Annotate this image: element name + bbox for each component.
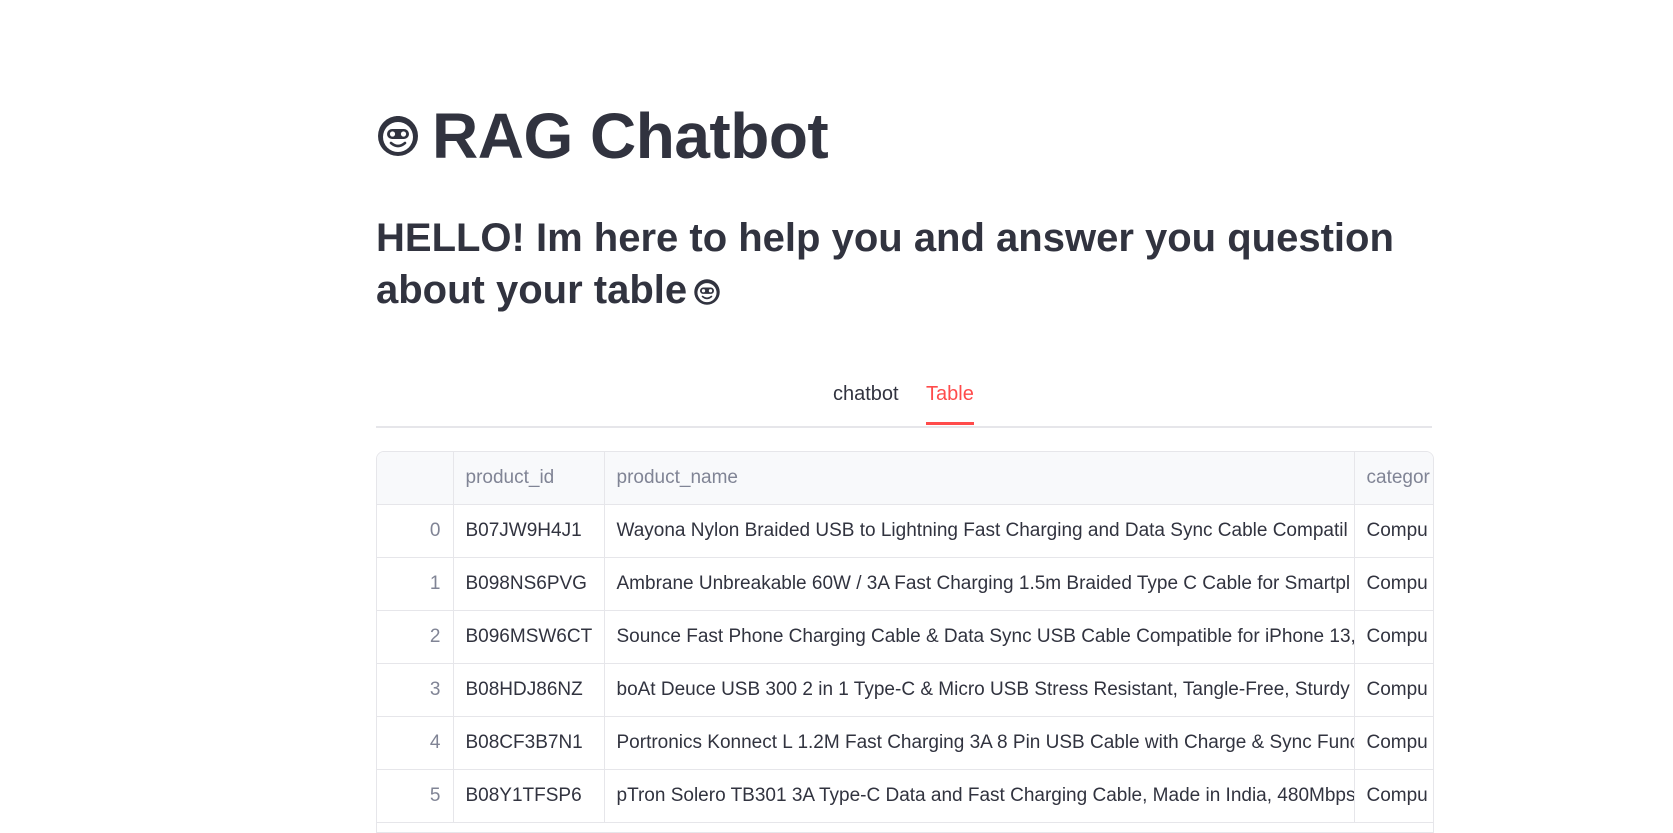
table-row[interactable]: 0 B07JW9H4J1 Wayona Nylon Braided USB to… xyxy=(377,504,1433,558)
product-id-cell[interactable]: B08HDJ86NZ xyxy=(453,663,605,717)
category-cell[interactable]: Compu xyxy=(1354,610,1433,664)
product-id-cell[interactable]: B07JW9H4J1 xyxy=(453,504,605,558)
category-cell[interactable]: Compu xyxy=(1354,504,1433,558)
column-header-index[interactable] xyxy=(377,452,454,505)
row-index-cell: 4 xyxy=(377,716,454,770)
category-cell[interactable]: Compu xyxy=(1354,716,1433,770)
category-cell[interactable]: Compu xyxy=(1354,663,1433,717)
product-name-cell[interactable]: Sounce Fast Phone Charging Cable & Data … xyxy=(604,610,1355,664)
product-name-cell[interactable]: pTron Solero TB301 3A Type-C Data and Fa… xyxy=(604,769,1355,823)
robot-face-icon xyxy=(694,279,720,305)
table-header-row: product_id product_name categor xyxy=(377,452,1433,505)
column-header-product-id[interactable]: product_id xyxy=(453,452,605,505)
table-row[interactable]: 4 B08CF3B7N1 Portronics Konnect L 1.2M F… xyxy=(377,716,1433,770)
data-table[interactable]: product_id product_name categor 0 B07JW9… xyxy=(376,451,1434,833)
column-header-category[interactable]: categor xyxy=(1354,452,1433,505)
category-cell[interactable]: Compu xyxy=(1354,769,1433,823)
page-title-text: RAG Chatbot xyxy=(432,100,829,172)
product-name-cell[interactable]: Wayona Nylon Braided USB to Lightning Fa… xyxy=(604,504,1355,558)
page-title: RAG Chatbot xyxy=(376,96,829,176)
tab-bar: chatbot Table xyxy=(376,372,1432,428)
table-row[interactable]: 1 B098NS6PVG Ambrane Unbreakable 60W / 3… xyxy=(377,557,1433,611)
table-row[interactable]: 5 B08Y1TFSP6 pTron Solero TB301 3A Type-… xyxy=(377,769,1433,823)
row-index-cell: 1 xyxy=(377,557,454,611)
tab-table[interactable]: Table xyxy=(926,380,974,425)
subtitle-text: HELLO! Im here to help you and answer yo… xyxy=(376,216,1394,312)
row-index-cell: 5 xyxy=(377,769,454,823)
product-id-cell[interactable]: B08Y1TFSP6 xyxy=(453,769,605,823)
product-name-cell[interactable]: Portronics Konnect L 1.2M Fast Charging … xyxy=(604,716,1355,770)
product-name-cell[interactable]: boAt Deuce USB 300 2 in 1 Type-C & Micro… xyxy=(604,663,1355,717)
row-index-cell: 0 xyxy=(377,504,454,558)
column-header-product-name[interactable]: product_name xyxy=(604,452,1355,505)
row-index-cell: 3 xyxy=(377,663,454,717)
category-cell[interactable]: Compu xyxy=(1354,557,1433,611)
product-id-cell[interactable]: B098NS6PVG xyxy=(453,557,605,611)
product-id-cell[interactable]: B08CF3B7N1 xyxy=(453,716,605,770)
table-row[interactable]: 2 B096MSW6CT Sounce Fast Phone Charging … xyxy=(377,610,1433,664)
product-id-cell[interactable]: B096MSW6CT xyxy=(453,610,605,664)
product-name-cell[interactable]: Ambrane Unbreakable 60W / 3A Fast Chargi… xyxy=(604,557,1355,611)
table-row[interactable]: 3 B08HDJ86NZ boAt Deuce USB 300 2 in 1 T… xyxy=(377,663,1433,717)
tab-chatbot[interactable]: chatbot xyxy=(833,380,899,408)
row-index-cell: 2 xyxy=(377,610,454,664)
robot-face-icon xyxy=(378,116,418,156)
page-subtitle: HELLO! Im here to help you and answer yo… xyxy=(376,212,1432,316)
